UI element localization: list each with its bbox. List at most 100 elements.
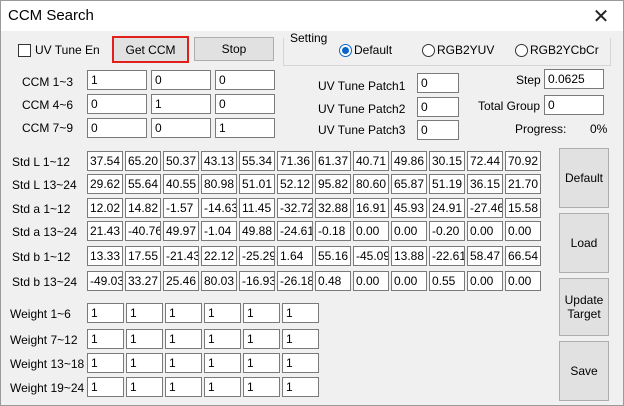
std-cell[interactable]: 0.00 xyxy=(467,221,503,241)
stop-button[interactable]: Stop xyxy=(194,37,274,61)
weight-cell[interactable]: 1 xyxy=(126,377,163,397)
step-field[interactable]: 0.0625 xyxy=(544,69,604,89)
weight-cell[interactable]: 1 xyxy=(282,303,319,323)
std-cell[interactable]: 65.87 xyxy=(391,174,427,194)
std-cell[interactable]: 1.64 xyxy=(277,246,313,266)
std-cell[interactable]: 24.91 xyxy=(429,198,465,218)
std-cell[interactable]: 0.00 xyxy=(505,271,541,291)
std-cell[interactable]: 66.54 xyxy=(505,246,541,266)
std-cell[interactable]: -1.57 xyxy=(163,198,199,218)
uv-tune-patch1-field[interactable]: 0 xyxy=(417,73,459,93)
setting-radio-rgb2ycbcr[interactable] xyxy=(515,44,528,57)
std-cell[interactable]: 21.43 xyxy=(87,221,123,241)
std-cell[interactable]: -25.29 xyxy=(239,246,275,266)
weight-cell[interactable]: 1 xyxy=(165,353,202,373)
weight-cell[interactable]: 1 xyxy=(87,377,124,397)
ccm-field[interactable]: 0 xyxy=(151,70,211,90)
weight-cell[interactable]: 1 xyxy=(165,377,202,397)
weight-cell[interactable]: 1 xyxy=(87,303,124,323)
std-cell[interactable]: 70.92 xyxy=(505,151,541,171)
std-cell[interactable]: 80.03 xyxy=(201,271,237,291)
std-cell[interactable]: 49.97 xyxy=(163,221,199,241)
weight-cell[interactable]: 1 xyxy=(165,329,202,349)
close-button[interactable]: ✕ xyxy=(579,1,623,31)
std-cell[interactable]: -21.43 xyxy=(163,246,199,266)
std-cell[interactable]: 80.60 xyxy=(353,174,389,194)
std-cell[interactable]: 32.88 xyxy=(315,198,351,218)
std-cell[interactable]: 51.19 xyxy=(429,174,465,194)
std-cell[interactable]: -16.93 xyxy=(239,271,275,291)
weight-cell[interactable]: 1 xyxy=(204,303,241,323)
std-cell[interactable]: 12.02 xyxy=(87,198,123,218)
default-button[interactable]: Default xyxy=(559,148,609,208)
ccm-field[interactable]: 1 xyxy=(151,94,211,114)
std-cell[interactable]: -0.20 xyxy=(429,221,465,241)
std-cell[interactable]: 65.20 xyxy=(125,151,161,171)
std-cell[interactable]: 49.86 xyxy=(391,151,427,171)
weight-cell[interactable]: 1 xyxy=(243,303,280,323)
std-cell[interactable]: 51.01 xyxy=(239,174,275,194)
std-cell[interactable]: 29.62 xyxy=(87,174,123,194)
ccm-field[interactable]: 0 xyxy=(215,94,275,114)
std-cell[interactable]: 43.13 xyxy=(201,151,237,171)
ccm-field[interactable]: 0 xyxy=(87,94,147,114)
std-cell[interactable]: 0.00 xyxy=(467,271,503,291)
std-cell[interactable]: 11.45 xyxy=(239,198,275,218)
std-cell[interactable]: 0.00 xyxy=(353,221,389,241)
std-cell[interactable]: 25.46 xyxy=(163,271,199,291)
std-cell[interactable]: 95.82 xyxy=(315,174,351,194)
uv-tune-patch3-field[interactable]: 0 xyxy=(417,120,459,140)
weight-cell[interactable]: 1 xyxy=(126,353,163,373)
std-cell[interactable]: 21.70 xyxy=(505,174,541,194)
weight-cell[interactable]: 1 xyxy=(165,303,202,323)
std-cell[interactable]: 15.58 xyxy=(505,198,541,218)
std-cell[interactable]: 0.00 xyxy=(391,271,427,291)
std-cell[interactable]: 16.91 xyxy=(353,198,389,218)
std-cell[interactable]: -45.09 xyxy=(353,246,389,266)
weight-cell[interactable]: 1 xyxy=(243,329,280,349)
ccm-field[interactable]: 0 xyxy=(151,118,211,138)
std-cell[interactable]: -32.72 xyxy=(277,198,313,218)
std-cell[interactable]: 0.48 xyxy=(315,271,351,291)
setting-radio-rgb2yuv[interactable] xyxy=(422,44,435,57)
std-cell[interactable]: 33.27 xyxy=(125,271,161,291)
update-target-button[interactable]: Update Target xyxy=(559,278,609,336)
std-cell[interactable]: -1.04 xyxy=(201,221,237,241)
std-cell[interactable]: 17.55 xyxy=(125,246,161,266)
std-cell[interactable]: 49.88 xyxy=(239,221,275,241)
ccm-field[interactable]: 1 xyxy=(87,70,147,90)
weight-cell[interactable]: 1 xyxy=(204,353,241,373)
std-cell[interactable]: 14.82 xyxy=(125,198,161,218)
weight-cell[interactable]: 1 xyxy=(282,377,319,397)
setting-radio-default[interactable] xyxy=(339,44,352,57)
std-cell[interactable]: 61.37 xyxy=(315,151,351,171)
std-cell[interactable]: 55.34 xyxy=(239,151,275,171)
uv-tune-patch2-field[interactable]: 0 xyxy=(417,97,459,117)
ccm-field[interactable]: 1 xyxy=(215,118,275,138)
std-cell[interactable]: 36.15 xyxy=(467,174,503,194)
ccm-field[interactable]: 0 xyxy=(215,70,275,90)
std-cell[interactable]: -22.61 xyxy=(429,246,465,266)
weight-cell[interactable]: 1 xyxy=(204,329,241,349)
uv-tune-en-checkbox[interactable] xyxy=(18,44,31,57)
std-cell[interactable]: -49.03 xyxy=(87,271,123,291)
get-ccm-button[interactable]: Get CCM xyxy=(112,36,189,63)
std-cell[interactable]: -27.46 xyxy=(467,198,503,218)
save-button[interactable]: Save xyxy=(559,341,609,401)
weight-cell[interactable]: 1 xyxy=(126,329,163,349)
load-button[interactable]: Load xyxy=(559,213,609,273)
std-cell[interactable]: -40.76 xyxy=(125,221,161,241)
weight-cell[interactable]: 1 xyxy=(243,377,280,397)
weight-cell[interactable]: 1 xyxy=(282,329,319,349)
std-cell[interactable]: 0.55 xyxy=(429,271,465,291)
std-cell[interactable]: 80.98 xyxy=(201,174,237,194)
std-cell[interactable]: 58.47 xyxy=(467,246,503,266)
std-cell[interactable]: 0.00 xyxy=(353,271,389,291)
weight-cell[interactable]: 1 xyxy=(87,353,124,373)
std-cell[interactable]: 22.12 xyxy=(201,246,237,266)
std-cell[interactable]: 37.54 xyxy=(87,151,123,171)
weight-cell[interactable]: 1 xyxy=(126,303,163,323)
std-cell[interactable]: -14.63 xyxy=(201,198,237,218)
std-cell[interactable]: 45.93 xyxy=(391,198,427,218)
std-cell[interactable]: 72.44 xyxy=(467,151,503,171)
